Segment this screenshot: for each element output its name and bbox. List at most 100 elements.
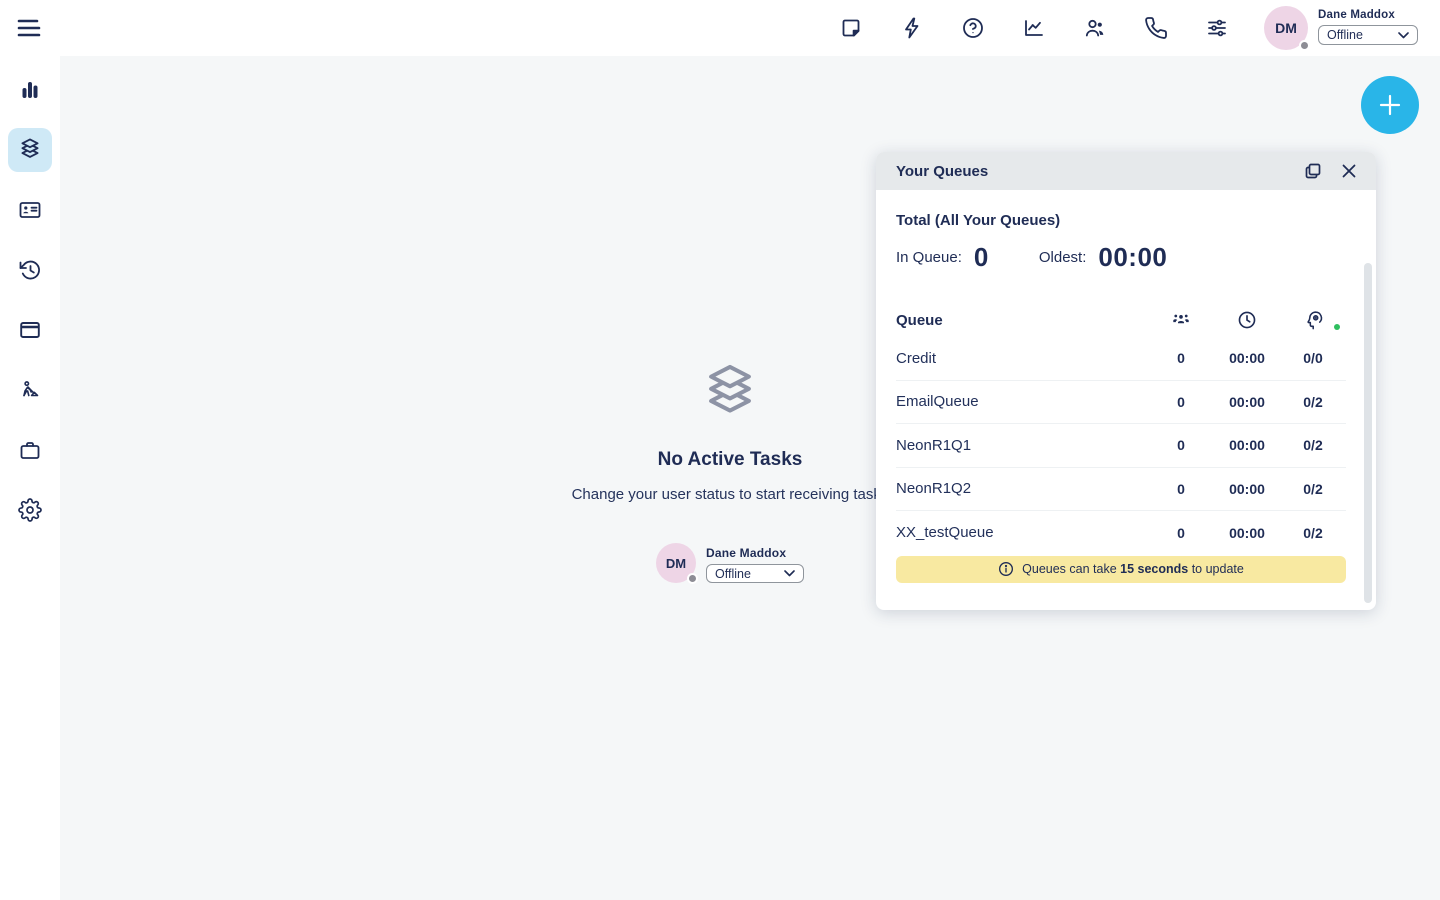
hamburger-menu-button[interactable] — [15, 14, 43, 42]
status-dot — [1299, 40, 1310, 51]
queue-name: NeonR1Q2 — [896, 480, 1148, 497]
sidebar-item-history[interactable] — [8, 248, 52, 292]
settings-sliders-button[interactable] — [1203, 14, 1231, 42]
sidebar-item-settings[interactable] — [8, 488, 52, 532]
queue-agents-ratio: 0/0 — [1280, 350, 1346, 366]
help-button[interactable] — [959, 14, 987, 42]
briefcase-icon — [18, 438, 42, 462]
topbar-actions: DM Dane Maddox Offline — [837, 6, 1440, 50]
queues-update-notice: Queues can take 15 seconds to update — [896, 556, 1346, 583]
chevron-down-icon — [784, 570, 795, 577]
contacts-column-header — [1148, 309, 1214, 331]
avatar[interactable]: DM — [1264, 6, 1308, 50]
note-icon — [839, 16, 863, 40]
agents-button[interactable] — [1081, 14, 1109, 42]
top-bar: DM Dane Maddox Offline — [0, 0, 1440, 56]
oldest-label: Oldest: — [1039, 249, 1087, 266]
queue-row: NeonR1Q2 0 00:00 0/2 — [896, 468, 1346, 512]
phone-icon — [1144, 16, 1168, 40]
sidebar-item-work[interactable] — [8, 368, 52, 412]
queue-oldest-time: 00:00 — [1214, 350, 1280, 366]
user-name: Dane Maddox — [706, 546, 804, 560]
new-task-fab-button[interactable] — [1361, 76, 1419, 134]
panel-title: Your Queues — [896, 163, 988, 180]
quick-actions-icon — [900, 16, 924, 40]
window-icon — [18, 318, 42, 342]
queue-row: EmailQueue 0 00:00 0/2 — [896, 381, 1346, 425]
layers-icon — [17, 137, 43, 163]
performance-icon — [1022, 16, 1046, 40]
queue-table-header: Queue — [896, 303, 1346, 337]
in-queue-label: In Queue: — [896, 249, 962, 266]
user-info: Dane Maddox Offline — [1318, 6, 1418, 45]
user-name: Dane Maddox — [1318, 9, 1418, 21]
note-button[interactable] — [837, 14, 865, 42]
history-icon — [18, 258, 42, 282]
empty-state-title: No Active Tasks — [658, 449, 803, 471]
queue-column-header: Queue — [896, 312, 1148, 329]
settings-sliders-icon — [1205, 16, 1229, 40]
status-dropdown[interactable]: Offline — [1318, 25, 1418, 45]
panel-scrollbar-thumb[interactable] — [1364, 263, 1372, 603]
sidebar-item-queues[interactable] — [8, 128, 52, 172]
oldest-value: 00:00 — [1098, 242, 1167, 273]
no-tasks-layers-icon — [697, 361, 763, 423]
info-icon — [998, 561, 1014, 577]
queue-row: XX_testQueue 0 00:00 0/2 — [896, 511, 1346, 555]
queue-row: Credit 0 00:00 0/0 — [896, 337, 1346, 381]
queue-table-body: Credit 0 00:00 0/0 EmailQueue 0 00:00 0/… — [896, 337, 1346, 555]
queue-in-queue-count: 0 — [1148, 437, 1214, 453]
queue-agents-ratio: 0/2 — [1280, 437, 1346, 453]
popout-button[interactable] — [1302, 160, 1324, 182]
agents-available-icon — [1302, 309, 1325, 332]
chevron-down-icon — [1398, 32, 1409, 39]
sidebar-item-tools[interactable] — [8, 428, 52, 472]
queue-in-queue-count: 0 — [1148, 481, 1214, 497]
queue-oldest-time: 00:00 — [1214, 437, 1280, 453]
contact-card-icon — [18, 198, 42, 222]
status-value: Offline — [715, 567, 751, 581]
hamburger-icon — [15, 16, 43, 40]
queue-in-queue-count: 0 — [1148, 350, 1214, 366]
queue-row: NeonR1Q1 0 00:00 0/2 — [896, 424, 1346, 468]
performance-button[interactable] — [1020, 14, 1048, 42]
empty-state-user-chip: DM Dane Maddox Offline — [656, 543, 804, 583]
panel-body: Total (All Your Queues) In Queue: 0 Olde… — [876, 190, 1376, 610]
status-dot — [687, 573, 698, 584]
total-queues-label: Total (All Your Queues) — [896, 212, 1376, 229]
sidebar-item-directory[interactable] — [8, 188, 52, 232]
plus-icon — [1377, 92, 1403, 118]
avatar-initials: DM — [1275, 20, 1297, 36]
sidebar-item-browser[interactable] — [8, 308, 52, 352]
close-icon — [1341, 163, 1357, 179]
queue-agents-ratio: 0/2 — [1280, 394, 1346, 410]
queue-in-queue-count: 0 — [1148, 394, 1214, 410]
status-dropdown[interactable]: Offline — [706, 564, 804, 583]
queue-name: EmailQueue — [896, 393, 1148, 410]
bar-chart-icon — [18, 78, 42, 102]
close-button[interactable] — [1338, 160, 1360, 182]
avatar-initials: DM — [666, 556, 686, 571]
quick-actions-button[interactable] — [898, 14, 926, 42]
agents-column-header — [1280, 309, 1346, 332]
your-queues-panel: Your Queues Total (All Your Queues) In Q… — [876, 152, 1376, 610]
queue-name: Credit — [896, 350, 1148, 367]
queue-name: XX_testQueue — [896, 524, 1148, 541]
user-chip[interactable]: DM Dane Maddox Offline — [1264, 6, 1418, 50]
empty-state-subtitle: Change your user status to start receivi… — [572, 486, 889, 503]
agents-icon — [1083, 16, 1107, 40]
queue-name: NeonR1Q1 — [896, 437, 1148, 454]
panel-actions — [1302, 160, 1360, 182]
oldest-time-icon — [1236, 309, 1258, 331]
in-queue-value: 0 — [974, 242, 989, 273]
queue-oldest-time: 00:00 — [1214, 525, 1280, 541]
help-icon — [961, 16, 985, 40]
popout-icon — [1304, 162, 1322, 180]
worker-icon — [18, 378, 42, 402]
avatar: DM — [656, 543, 696, 583]
phone-button[interactable] — [1142, 14, 1170, 42]
totals-row: In Queue: 0 Oldest: 00:00 — [896, 241, 1376, 273]
sidebar-item-stats[interactable] — [8, 68, 52, 112]
notice-text: Queues can take 15 seconds to update — [1022, 562, 1244, 576]
queue-agents-ratio: 0/2 — [1280, 525, 1346, 541]
